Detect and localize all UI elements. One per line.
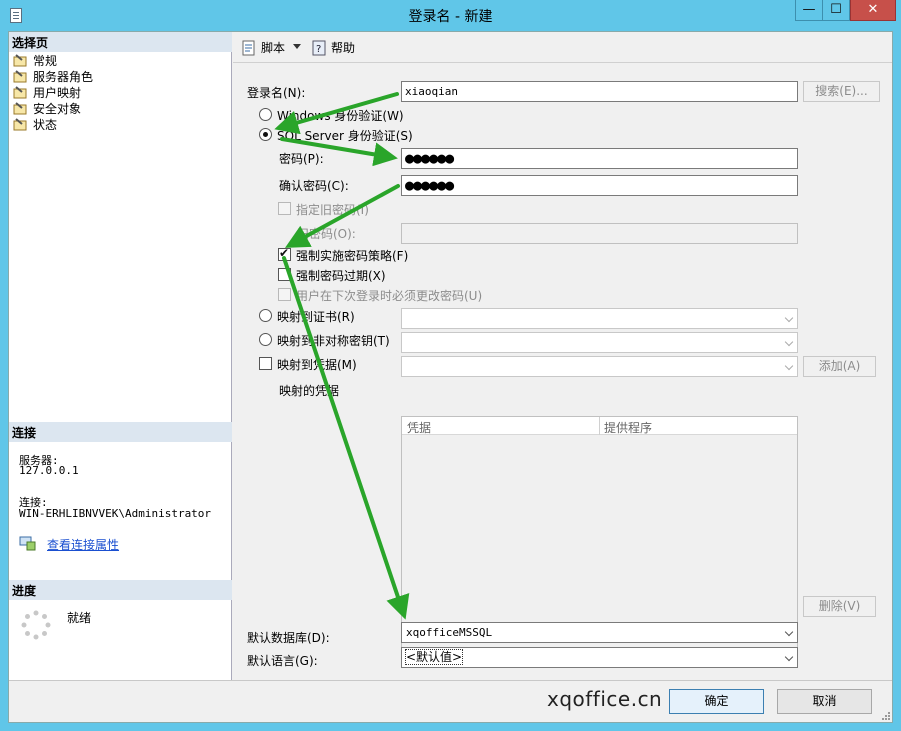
confirm-password-label: 确认密码(C): [279, 179, 349, 193]
page-item-label: 服务器角色 [33, 70, 94, 84]
mapped-credentials-label: 映射的凭据 [279, 384, 340, 398]
add-credential-button[interactable]: 添加(A) [803, 356, 876, 377]
dialog-client: 选择页 常规 服务器角色 用户映射 安全对象 状态 连接 服务器: 127.0.… [8, 31, 893, 723]
grid-header: 凭据 提供程序 [402, 417, 797, 435]
chevron-down-icon [784, 361, 794, 371]
enforce-policy-checkbox[interactable] [278, 246, 291, 261]
grid-col-provider: 提供程序 [604, 421, 653, 435]
page-item-user-mapping[interactable]: 用户映射 [13, 85, 81, 101]
default-db-combo[interactable]: xqofficeMSSQL [401, 622, 798, 643]
connection-properties-icon [19, 535, 37, 554]
page-icon [13, 118, 28, 131]
page-item-securables[interactable]: 安全对象 [13, 101, 81, 117]
default-db-value: xqofficeMSSQL [406, 626, 493, 639]
default-db-label: 默认数据库(D): [247, 631, 330, 645]
default-lang-value: <默认值> [404, 649, 464, 665]
connection-header: 连接 [9, 422, 232, 442]
script-label: 脚本 [261, 41, 286, 55]
help-icon: ? [311, 40, 327, 60]
page-icon [13, 70, 28, 83]
login-name-label: 登录名(N): [247, 86, 306, 100]
toolbar: 脚本 ? 帮助 [233, 32, 892, 63]
asym-key-combo[interactable] [401, 332, 798, 353]
ok-button[interactable]: 确定 [669, 689, 764, 714]
sql-auth-radio[interactable] [259, 128, 272, 141]
enforce-expiration-checkbox[interactable] [278, 268, 291, 281]
page-item-general[interactable]: 常规 [13, 53, 57, 69]
password-label: 密码(P): [279, 152, 324, 166]
map-credential-label: 映射到凭据(M) [277, 358, 357, 372]
page-item-label: 安全对象 [33, 102, 82, 116]
page-icon [13, 54, 28, 67]
must-change-checkbox[interactable] [278, 288, 291, 301]
password-input[interactable]: ●●●●●● [401, 148, 798, 169]
server-value: 127.0.0.1 [19, 464, 79, 477]
script-dropdown-arrow-icon[interactable] [293, 44, 301, 49]
sql-auth-label: SQL Server 身份验证(S) [277, 129, 413, 143]
chevron-down-icon [784, 337, 794, 347]
connection-value: WIN-ERHLIBNVVEK\Administrator [19, 507, 212, 520]
minimize-button[interactable]: — [795, 0, 823, 21]
script-icon [241, 40, 257, 60]
login-name-input[interactable]: xiaoqian [401, 81, 798, 102]
watermark: xqoffice.cn [547, 687, 663, 711]
resize-grip-icon[interactable] [880, 710, 890, 720]
page-icon [13, 102, 28, 115]
title-bar: 登录名 - 新建 — ☐ ✕ [0, 0, 901, 31]
remove-credential-button[interactable]: 删除(V) [803, 596, 876, 617]
close-button[interactable]: ✕ [850, 0, 896, 21]
help-label: 帮助 [331, 41, 356, 55]
general-page-form: 登录名(N): xiaoqian 搜索(E)... Windows 身份验证(W… [233, 64, 892, 680]
specify-old-password-label: 指定旧密码(I) [296, 203, 369, 217]
page-item-label: 状态 [33, 118, 58, 132]
select-page-header: 选择页 [9, 32, 232, 52]
progress-header: 进度 [9, 580, 232, 600]
view-connection-properties-link[interactable]: 查看连接属性 [47, 536, 119, 553]
enforce-expiration-label: 强制密码过期(X) [296, 269, 386, 283]
old-password-input[interactable] [401, 223, 798, 244]
left-pane: 选择页 常规 服务器角色 用户映射 安全对象 状态 连接 服务器: 127.0.… [9, 32, 232, 680]
script-button[interactable]: 脚本 [241, 40, 285, 56]
grid-col-credential: 凭据 [407, 421, 432, 435]
maximize-button[interactable]: ☐ [822, 0, 850, 21]
chevron-down-icon [784, 627, 794, 637]
map-asym-key-label: 映射到非对称密钥(T) [277, 334, 390, 348]
map-certificate-label: 映射到证书(R) [277, 310, 355, 324]
certificate-combo[interactable] [401, 308, 798, 329]
specify-old-password-checkbox[interactable] [278, 202, 291, 215]
page-item-server-roles[interactable]: 服务器角色 [13, 69, 93, 85]
map-certificate-radio[interactable] [259, 309, 272, 322]
chevron-down-icon [784, 313, 794, 323]
grid-column-divider[interactable] [599, 417, 600, 435]
progress-spinner-icon [21, 610, 51, 640]
windows-auth-label: Windows 身份验证(W) [277, 109, 404, 123]
footer-divider [9, 680, 892, 681]
default-lang-label: 默认语言(G): [247, 654, 318, 668]
page-item-label: 常规 [33, 54, 58, 68]
help-button[interactable]: ? 帮助 [311, 40, 355, 56]
svg-text:?: ? [316, 44, 321, 55]
page-icon [13, 86, 28, 99]
progress-status: 就绪 [67, 611, 92, 625]
enforce-policy-label: 强制实施密码策略(F) [296, 249, 409, 263]
confirm-password-input[interactable]: ●●●●●● [401, 175, 798, 196]
mapped-credentials-grid[interactable]: 凭据 提供程序 [401, 416, 798, 648]
cancel-button[interactable]: 取消 [777, 689, 872, 714]
window-title: 登录名 - 新建 [408, 9, 493, 25]
old-password-label: 旧密码(O): [297, 227, 356, 241]
chevron-down-icon [784, 652, 794, 662]
page-item-status[interactable]: 状态 [13, 117, 57, 133]
default-lang-combo[interactable]: <默认值> [401, 647, 798, 668]
page-item-label: 用户映射 [33, 86, 82, 100]
map-asym-key-radio[interactable] [259, 333, 272, 346]
windows-auth-radio[interactable] [259, 108, 272, 121]
search-button[interactable]: 搜索(E)... [803, 81, 880, 102]
credential-combo[interactable] [401, 356, 798, 377]
must-change-label: 用户在下次登录时必须更改密码(U) [296, 289, 483, 303]
map-credential-checkbox[interactable] [259, 357, 272, 370]
